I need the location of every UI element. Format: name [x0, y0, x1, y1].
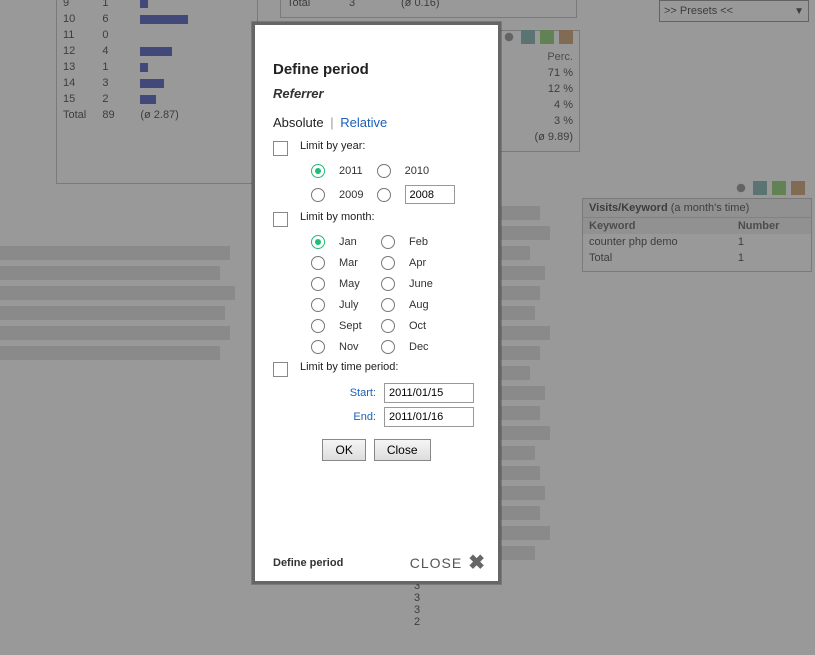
- start-input[interactable]: [384, 383, 474, 403]
- radio-month-apr[interactable]: [381, 256, 395, 270]
- footer-close-label: CLOSE: [410, 555, 462, 571]
- radio-month-nov[interactable]: [311, 340, 325, 354]
- end-input[interactable]: [384, 407, 474, 427]
- footer-title: Define period: [273, 557, 343, 569]
- limit-period-checkbox[interactable]: [273, 362, 288, 377]
- radio-month-dec[interactable]: [381, 340, 395, 354]
- radio-month-june[interactable]: [381, 277, 395, 291]
- footer-close-button[interactable]: CLOSE ✖: [410, 555, 486, 571]
- radio-label: Feb: [409, 236, 428, 248]
- radio-label: Sept: [339, 320, 367, 332]
- radio-label: Oct: [409, 320, 426, 332]
- limit-year-label: Limit by year:: [300, 140, 365, 152]
- month-radios: Jan Feb Mar Apr May June July Aug Sept Oct Nov Dec: [311, 235, 480, 354]
- close-button[interactable]: Close: [374, 439, 431, 461]
- radio-month-mar[interactable]: [311, 256, 325, 270]
- tab-row: Absolute | Relative: [273, 115, 480, 130]
- year-input[interactable]: [405, 185, 455, 204]
- radio-label: 2010: [405, 165, 429, 177]
- radio-year-2010[interactable]: [377, 164, 391, 178]
- radio-month-july[interactable]: [311, 298, 325, 312]
- radio-month-feb[interactable]: [381, 235, 395, 249]
- background: >> Presets << ▼ 91106110124131143152Tota…: [0, 0, 815, 655]
- radio-month-aug[interactable]: [381, 298, 395, 312]
- radio-label: Apr: [409, 257, 426, 269]
- radio-month-jan[interactable]: [311, 235, 325, 249]
- tab-absolute[interactable]: Absolute: [273, 115, 324, 130]
- radio-label: 2011: [339, 165, 363, 177]
- radio-label: Mar: [339, 257, 367, 269]
- start-label: Start:: [350, 387, 376, 399]
- radio-label: Nov: [339, 341, 367, 353]
- tab-separator: |: [327, 115, 336, 130]
- limit-period-label: Limit by time period:: [300, 361, 398, 373]
- define-period-dialog: Define period Referrer Absolute | Relati…: [252, 22, 501, 584]
- radio-label: 2009: [339, 189, 363, 201]
- radio-year-2011[interactable]: [311, 164, 325, 178]
- radio-label: June: [409, 278, 433, 290]
- limit-month-checkbox[interactable]: [273, 212, 288, 227]
- close-icon: ✖: [468, 556, 486, 570]
- radio-label: Jan: [339, 236, 367, 248]
- radio-year-2009[interactable]: [311, 188, 325, 202]
- radio-label: Dec: [409, 341, 429, 353]
- radio-year-custom[interactable]: [377, 188, 391, 202]
- radio-label: May: [339, 278, 367, 290]
- end-label: End:: [353, 411, 376, 423]
- limit-month-label: Limit by month:: [300, 211, 375, 223]
- year-radios: 2011 2010 2009: [311, 164, 480, 204]
- radio-month-sept[interactable]: [311, 319, 325, 333]
- radio-label: July: [339, 299, 367, 311]
- radio-month-oct[interactable]: [381, 319, 395, 333]
- radio-label: Aug: [409, 299, 429, 311]
- ok-button[interactable]: OK: [322, 439, 365, 461]
- radio-month-may[interactable]: [311, 277, 325, 291]
- dialog-subtitle: Referrer: [273, 86, 480, 101]
- limit-year-checkbox[interactable]: [273, 141, 288, 156]
- dialog-title: Define period: [273, 61, 480, 78]
- tab-relative[interactable]: Relative: [340, 115, 387, 130]
